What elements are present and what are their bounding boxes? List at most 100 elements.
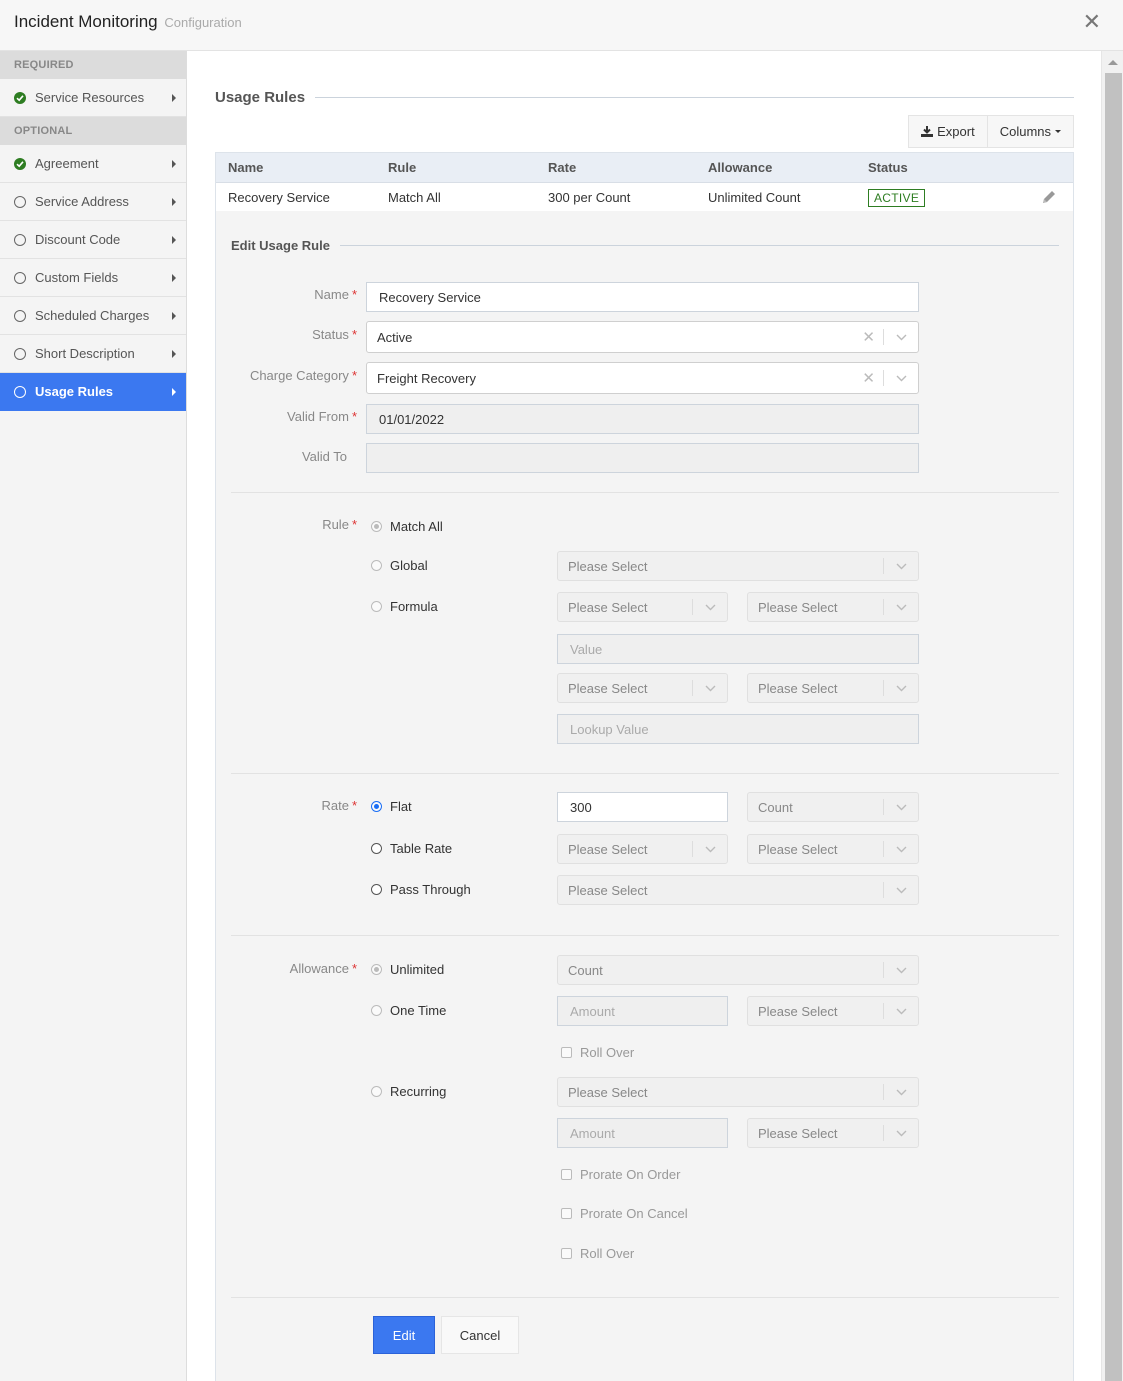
label-text: Allowance: [289, 961, 349, 976]
one-time-unit-select[interactable]: Please Select: [747, 996, 919, 1026]
edit-button[interactable]: Edit: [373, 1316, 435, 1354]
radio-icon: [371, 843, 382, 854]
column-header-allowance[interactable]: Allowance: [696, 160, 856, 175]
grid-header: Name Rule Rate Allowance Status: [216, 153, 1073, 183]
recurring-roll-over-checkbox[interactable]: Roll Over: [561, 1246, 634, 1261]
columns-button[interactable]: Columns: [987, 115, 1074, 148]
export-label: Export: [937, 124, 975, 139]
lookup-value-input[interactable]: Lookup Value: [557, 714, 919, 744]
title-text: Incident Monitoring: [14, 12, 158, 31]
scroll-up-arrow-icon[interactable]: [1108, 60, 1118, 65]
one-time-amount-input[interactable]: Amount: [557, 996, 728, 1026]
allowance-radio-unlimited[interactable]: Unlimited: [371, 962, 444, 977]
clear-icon[interactable]: ✕: [862, 369, 875, 387]
pass-through-select[interactable]: Please Select: [557, 875, 919, 905]
vertical-scrollbar[interactable]: [1101, 51, 1123, 1381]
modal-title: Incident Monitoring Configuration: [14, 12, 242, 32]
select-value: Please Select: [758, 680, 838, 696]
formula-select-4[interactable]: Please Select: [747, 673, 919, 703]
status-badge: ACTIVE: [868, 189, 926, 207]
formula-value-input[interactable]: Value: [557, 634, 919, 664]
sidebar-item-agreement[interactable]: Agreement: [0, 145, 186, 183]
sidebar-item-scheduled-charges[interactable]: Scheduled Charges: [0, 297, 186, 335]
prorate-on-cancel-checkbox[interactable]: Prorate On Cancel: [561, 1206, 688, 1221]
column-header-rule[interactable]: Rule: [376, 160, 536, 175]
formula-select-3[interactable]: Please Select: [557, 673, 728, 703]
grid-toolbar: Export Columns: [908, 115, 1074, 148]
chevron-down-icon[interactable]: [884, 375, 918, 382]
sidebar-item-label: Service Resources: [35, 90, 145, 105]
pencil-icon[interactable]: [1041, 189, 1057, 208]
column-header-rate[interactable]: Rate: [536, 160, 696, 175]
divider: [231, 935, 1059, 936]
main-content: Usage Rules Export Columns Name Rule Rat…: [187, 51, 1101, 1381]
circle-icon: [14, 233, 26, 246]
sidebar-item-usage-rules[interactable]: Usage Rules: [0, 373, 186, 411]
column-header-status[interactable]: Status: [856, 160, 1016, 175]
rule-radio-formula[interactable]: Formula: [371, 599, 438, 614]
one-time-roll-over-checkbox[interactable]: Roll Over: [561, 1045, 634, 1060]
formula-select-1[interactable]: Please Select: [557, 592, 728, 622]
global-select[interactable]: Please Select: [557, 551, 919, 581]
chevron-down-icon: [693, 685, 727, 692]
allowance-radio-recurring[interactable]: Recurring: [371, 1084, 446, 1099]
chevron-down-icon: [884, 887, 918, 894]
recurring-amount-input[interactable]: Amount: [557, 1118, 728, 1148]
caret-right-icon: [172, 93, 176, 102]
recurring-select[interactable]: Please Select: [557, 1077, 919, 1107]
valid-to-input[interactable]: [366, 443, 919, 473]
prorate-on-order-checkbox[interactable]: Prorate On Order: [561, 1167, 680, 1182]
select-value: Please Select: [758, 841, 838, 857]
table-rate-select-1[interactable]: Please Select: [557, 834, 728, 864]
chevron-down-icon[interactable]: [884, 334, 918, 341]
chevron-down-icon: [884, 604, 918, 611]
chevron-down-icon: [884, 804, 918, 811]
select-value: Please Select: [758, 1003, 838, 1019]
rule-radio-global[interactable]: Global: [371, 558, 428, 573]
unlimited-unit-select[interactable]: Count: [557, 955, 919, 985]
sidebar-item-short-description[interactable]: Short Description: [0, 335, 186, 373]
close-icon[interactable]: ✕: [1083, 10, 1101, 34]
rate-radio-flat[interactable]: Flat: [371, 799, 412, 814]
table-row[interactable]: Recovery Service Match All 300 per Count…: [216, 183, 1073, 212]
flat-rate-input[interactable]: 300: [557, 792, 728, 822]
caret-right-icon: [172, 387, 176, 396]
flat-rate-unit-select[interactable]: Count: [747, 792, 919, 822]
name-input[interactable]: Recovery Service: [366, 282, 919, 312]
sidebar-item-label: Scheduled Charges: [35, 308, 150, 323]
chevron-down-icon: [884, 563, 918, 570]
status-value: Active: [377, 329, 413, 345]
divider: [315, 97, 1074, 98]
recurring-unit-select[interactable]: Please Select: [747, 1118, 919, 1148]
radio-label: Pass Through: [390, 882, 471, 897]
divider: [339, 245, 1059, 246]
rule-radio-match-all[interactable]: Match All: [371, 519, 443, 534]
table-rate-select-2[interactable]: Please Select: [747, 834, 919, 864]
radio-icon: [371, 521, 382, 532]
rate-radio-table-rate[interactable]: Table Rate: [371, 841, 452, 856]
circle-icon: [14, 385, 26, 398]
clear-icon[interactable]: ✕: [862, 328, 875, 346]
rate-radio-pass-through[interactable]: Pass Through: [371, 882, 471, 897]
scrollbar-thumb[interactable]: [1105, 73, 1122, 1381]
charge-category-select[interactable]: Freight Recovery ✕: [366, 362, 919, 394]
sidebar-item-service-address[interactable]: Service Address: [0, 183, 186, 221]
circle-icon: [14, 271, 26, 284]
valid-from-input[interactable]: 01/01/2022: [366, 404, 919, 434]
sidebar-item-custom-fields[interactable]: Custom Fields: [0, 259, 186, 297]
rule-label: Rule *: [322, 517, 357, 532]
cancel-button[interactable]: Cancel: [441, 1316, 519, 1354]
column-header-name[interactable]: Name: [216, 160, 376, 175]
sidebar-item-service-resources[interactable]: Service Resources: [0, 79, 186, 117]
radio-label: Unlimited: [390, 962, 445, 977]
cell-allowance: Unlimited Count: [708, 190, 801, 205]
status-select[interactable]: Active ✕: [366, 321, 919, 353]
checkbox-icon: [561, 1047, 572, 1058]
valid-to-label: Valid To: [301, 449, 347, 464]
sidebar-item-discount-code[interactable]: Discount Code: [0, 221, 186, 259]
check-circle-icon: [14, 91, 26, 104]
formula-select-2[interactable]: Please Select: [747, 592, 919, 622]
export-button[interactable]: Export: [908, 115, 988, 148]
radio-label: Table Rate: [390, 841, 453, 856]
allowance-radio-one-time[interactable]: One Time: [371, 1003, 446, 1018]
